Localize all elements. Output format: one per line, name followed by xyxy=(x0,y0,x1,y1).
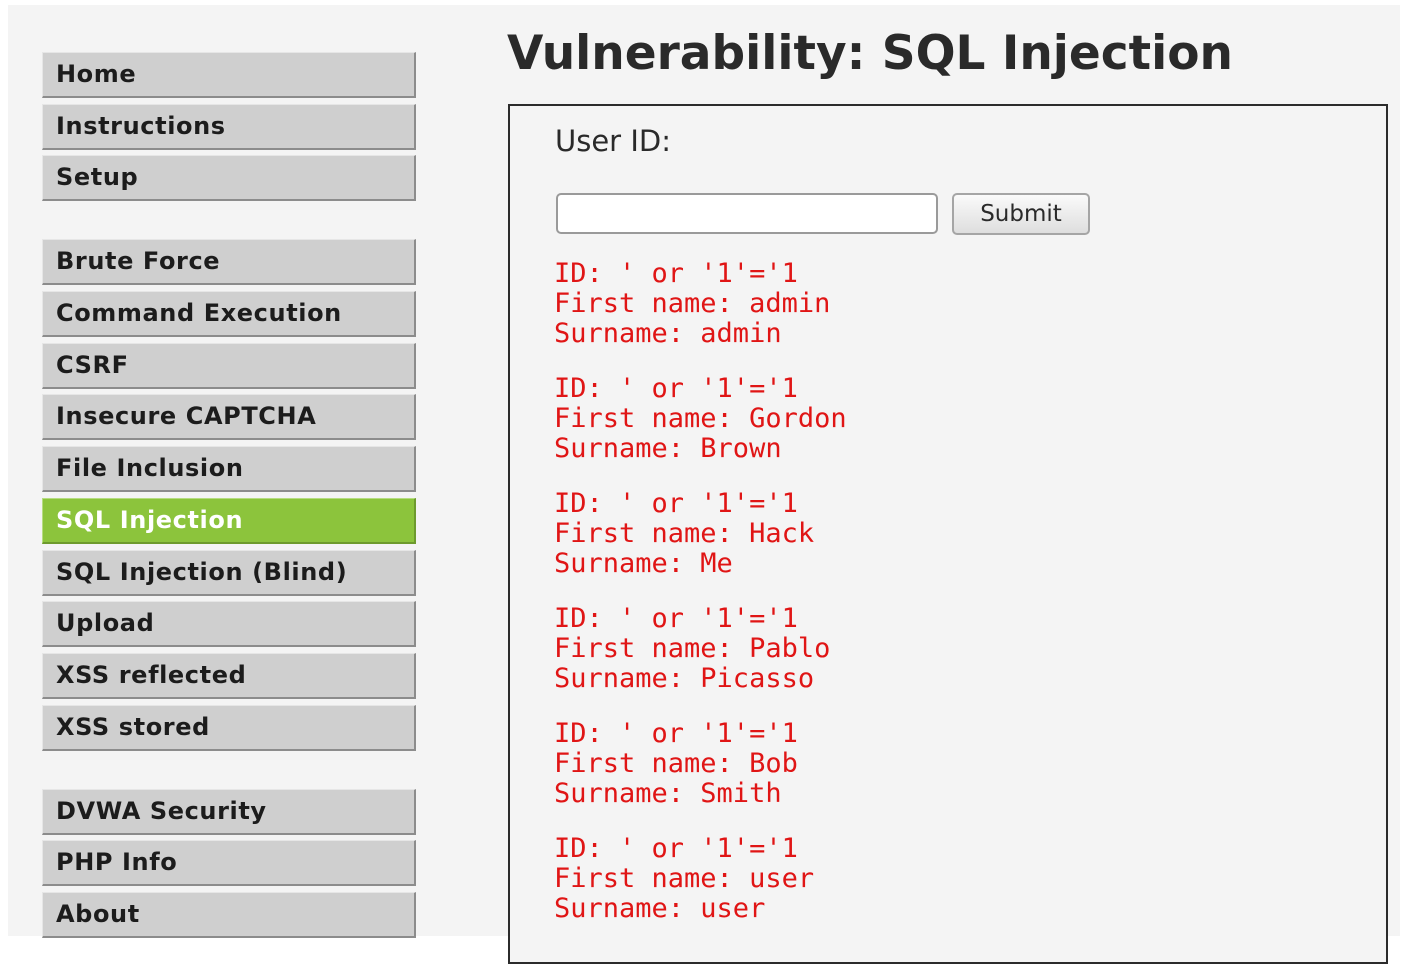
result-surname-line: Surname: user xyxy=(554,893,766,924)
result-first-name-line: First name: Pablo xyxy=(554,633,831,664)
menu-item-xss-stored[interactable]: XSS stored xyxy=(42,704,416,751)
result-id-line: ID: ' or '1'='1 xyxy=(554,258,798,289)
menu-group: Home Instructions Setup xyxy=(42,52,416,202)
result-entry: ID: ' or '1'='1 First name: user Surname: … xyxy=(554,834,847,924)
result-id-line: ID: ' or '1'='1 xyxy=(554,488,798,519)
menu-group: DVWA Security PHP Info About xyxy=(42,788,416,938)
result-id-line: ID: ' or '1'='1 xyxy=(554,833,798,864)
menu-item-sql-injection-blind[interactable]: SQL Injection (Blind) xyxy=(42,549,416,596)
result-entry: ID: ' or '1'='1 First name: Hack Surname: … xyxy=(554,489,847,579)
result-first-name-line: First name: user xyxy=(554,863,815,894)
menu-item-csrf[interactable]: CSRF xyxy=(42,342,416,389)
menu-item-sql-injection[interactable]: SQL Injection xyxy=(42,497,416,544)
vulnerability-box: User ID: Submit ID: ' or '1'='1 First nam… xyxy=(508,104,1388,964)
submit-button[interactable]: Submit xyxy=(952,193,1090,235)
result-surname-line: Surname: Picasso xyxy=(554,663,815,694)
result-first-name-line: First name: Bob xyxy=(554,748,798,779)
result-first-name-line: First name: Gordon xyxy=(554,403,847,434)
user-id-label: User ID: xyxy=(555,124,671,158)
user-id-input[interactable] xyxy=(556,193,938,234)
query-results: ID: ' or '1'='1 First name: admin Surname:… xyxy=(554,259,847,949)
result-id-line: ID: ' or '1'='1 xyxy=(554,603,798,634)
menu-item-php-info[interactable]: PHP Info xyxy=(42,840,416,887)
result-first-name-line: First name: Hack xyxy=(554,518,815,549)
menu-item-brute-force[interactable]: Brute Force xyxy=(42,239,416,286)
menu-item-dvwa-security[interactable]: DVWA Security xyxy=(42,788,416,835)
menu-item-upload[interactable]: Upload xyxy=(42,601,416,648)
page-title: Vulnerability: SQL Injection xyxy=(507,26,1233,81)
result-surname-line: Surname: Me xyxy=(554,548,733,579)
sidebar-menu: Home Instructions Setup Brute Force Command … xyxy=(42,52,416,944)
menu-item-insecure-captcha[interactable]: Insecure CAPTCHA xyxy=(42,394,416,441)
result-surname-line: Surname: Smith xyxy=(554,778,782,809)
result-entry: ID: ' or '1'='1 First name: Bob Surname: S… xyxy=(554,719,847,809)
result-surname-line: Surname: Brown xyxy=(554,433,782,464)
result-entry: ID: ' or '1'='1 First name: Gordon Surname… xyxy=(554,374,847,464)
result-id-line: ID: ' or '1'='1 xyxy=(554,718,798,749)
menu-group: Brute Force Command Execution CSRF Insecure… xyxy=(42,239,416,751)
result-surname-line: Surname: admin xyxy=(554,318,782,349)
menu-item-home[interactable]: Home xyxy=(42,52,416,98)
result-entry: ID: ' or '1'='1 First name: admin Surname:… xyxy=(554,259,847,349)
menu-item-file-inclusion[interactable]: File Inclusion xyxy=(42,446,416,493)
menu-item-xss-reflected[interactable]: XSS reflected xyxy=(42,652,416,699)
result-first-name-line: First name: admin xyxy=(554,288,831,319)
menu-item-instructions[interactable]: Instructions xyxy=(42,103,416,150)
menu-item-command-execution[interactable]: Command Execution xyxy=(42,291,416,338)
menu-item-about[interactable]: About xyxy=(42,891,416,938)
result-entry: ID: ' or '1'='1 First name: Pablo Surname:… xyxy=(554,604,847,694)
menu-item-setup[interactable]: Setup xyxy=(42,155,416,202)
result-id-line: ID: ' or '1'='1 xyxy=(554,373,798,404)
